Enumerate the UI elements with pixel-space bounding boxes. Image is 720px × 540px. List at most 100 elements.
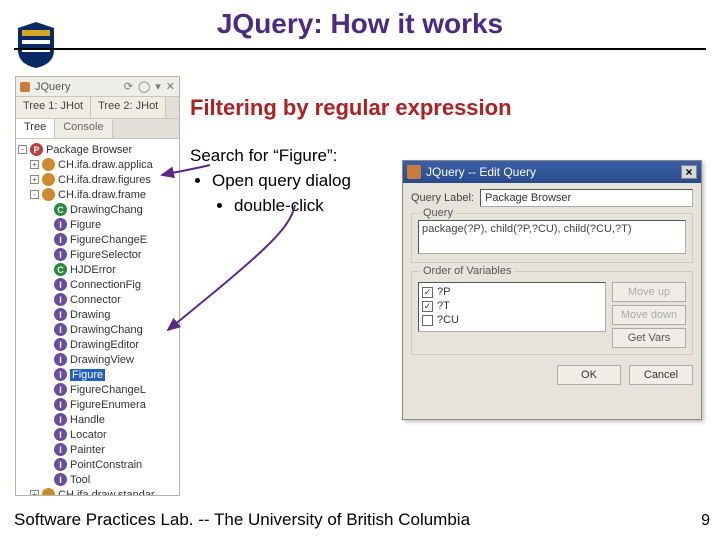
package-icon (42, 158, 55, 171)
tree-toggle-icon (42, 445, 51, 454)
tree-node[interactable]: - CH.ifa.draw.frame (18, 187, 177, 202)
tree-toggle-icon (42, 265, 51, 274)
query-group-legend: Query (420, 207, 456, 219)
tree-toggle-icon (42, 370, 51, 379)
tree-node[interactable]: IHandle (18, 412, 177, 427)
view-icon (20, 82, 30, 92)
tree-node[interactable]: IFigure (18, 367, 177, 382)
tree-node[interactable]: IFigureChangeL (18, 382, 177, 397)
tree-node[interactable]: CDrawingChang (18, 202, 177, 217)
tree-toggle-icon[interactable]: + (30, 175, 39, 184)
checkbox-icon[interactable] (422, 315, 433, 326)
checkbox-icon[interactable]: ✓ (422, 287, 433, 298)
tree-label: FigureChangeE (70, 234, 147, 246)
interface-icon: I (54, 413, 67, 426)
tree-node[interactable]: IDrawingView (18, 352, 177, 367)
tree-node[interactable]: IConnectionFig (18, 277, 177, 292)
tree-label: Drawing (70, 309, 110, 321)
variable-row[interactable]: ✓?P (422, 285, 602, 299)
query-textarea[interactable]: package(?P), child(?P,?CU), child(?CU,?T… (418, 220, 686, 254)
tree-label: Tool (70, 474, 90, 486)
interface-icon: I (54, 368, 67, 381)
slide-title: JQuery: How it works (0, 8, 720, 40)
tree-node[interactable]: IDrawingChang (18, 322, 177, 337)
tree-node[interactable]: IDrawingEditor (18, 337, 177, 352)
tree-label: Handle (70, 414, 105, 426)
tree-node[interactable]: IFigure (18, 217, 177, 232)
close-view-icon[interactable]: ✕ (166, 80, 175, 93)
tree-toggle-icon (42, 220, 51, 229)
tree-toggle-icon (42, 340, 51, 349)
query-label-input[interactable] (480, 189, 693, 207)
tab-console[interactable]: Console (55, 119, 112, 138)
tree-toggle-icon[interactable]: + (30, 490, 39, 495)
tab-tree-1[interactable]: Tree 1: JHot (16, 97, 91, 118)
tree-toggle-icon[interactable]: - (30, 190, 39, 199)
get-vars-button[interactable]: Get Vars (612, 328, 686, 348)
ok-button[interactable]: OK (557, 365, 621, 385)
tree-node[interactable]: ITool (18, 472, 177, 487)
tree-node[interactable]: + CH.ifa.draw.applica (18, 157, 177, 172)
body-line1: Search for “Figure”: (190, 145, 351, 168)
interface-icon: I (54, 458, 67, 471)
close-icon[interactable]: × (681, 165, 697, 179)
dialog-titlebar[interactable]: JQuery -- Edit Query × (403, 161, 701, 183)
cancel-button[interactable]: Cancel (629, 365, 693, 385)
tree-node[interactable]: IFigureEnumera (18, 397, 177, 412)
refresh-icon[interactable]: ⟳ (124, 80, 133, 93)
tree-node[interactable]: IPointConstrain (18, 457, 177, 472)
variable-row[interactable]: ✓?T (422, 299, 602, 313)
tree-label: DrawingView (70, 354, 134, 366)
tree-node[interactable]: +CH.ifa.draw.standar (18, 487, 177, 495)
tree-node[interactable]: IPainter (18, 442, 177, 457)
edit-query-dialog: JQuery -- Edit Query × Query Label: Quer… (402, 160, 702, 420)
package-tree[interactable]: -PPackage Browser+CH.ifa.draw.applica+CH… (16, 139, 179, 495)
package-icon (42, 488, 55, 495)
move-down-button[interactable]: Move down (612, 305, 686, 325)
tree-node[interactable]: ILocator (18, 427, 177, 442)
tree-label: CH.ifa.draw.figures (58, 174, 151, 186)
move-up-button[interactable]: Move up (612, 282, 686, 302)
tree-node[interactable]: CHJDError (18, 262, 177, 277)
interface-icon: I (54, 353, 67, 366)
tree-toggle-icon (42, 355, 51, 364)
tree-node[interactable]: IFigureSelector (18, 247, 177, 262)
tree-label: Package Browser (46, 144, 132, 156)
tree-toggle-icon (42, 475, 51, 484)
tree-toggle-icon (42, 235, 51, 244)
tree-node[interactable]: IFigureChangeE (18, 232, 177, 247)
menu-icon[interactable]: ▾ (155, 80, 161, 93)
interface-icon: I (54, 473, 67, 486)
tree-label: Figure (70, 219, 101, 231)
interface-icon: I (54, 293, 67, 306)
tree-toggle-icon[interactable]: - (18, 145, 27, 154)
package-icon (42, 188, 55, 201)
variable-row[interactable]: ?CU (422, 313, 602, 327)
panel-tabrow-2: Tree Console (16, 119, 179, 139)
body-bullet-2: double-click (234, 195, 351, 218)
tree-label: CH.ifa.draw.applica (58, 159, 153, 171)
tab-tree[interactable]: Tree (16, 119, 55, 138)
tree-toggle-icon (42, 415, 51, 424)
tree-toggle-icon[interactable]: + (30, 160, 39, 169)
tab-tree-2[interactable]: Tree 2: JHot (91, 97, 166, 118)
tree-toggle-icon (42, 250, 51, 259)
dialog-icon (407, 165, 421, 179)
tree-node[interactable]: + CH.ifa.draw.figures (18, 172, 177, 187)
interface-icon: I (54, 443, 67, 456)
tree-node[interactable]: -PPackage Browser (18, 142, 177, 157)
tree-node[interactable]: IDrawing (18, 307, 177, 322)
circle-icon[interactable]: ◯ (138, 80, 150, 93)
checkbox-icon[interactable]: ✓ (422, 301, 433, 312)
variables-list[interactable]: ✓?P✓?T?CU (418, 282, 606, 332)
tree-label: Figure (70, 369, 105, 381)
tree-node[interactable]: IConnector (18, 292, 177, 307)
tree-toggle-icon (42, 280, 51, 289)
tree-label: Painter (70, 444, 105, 456)
variable-name: ?CU (437, 314, 459, 326)
tree-label: DrawingChang (70, 204, 143, 216)
tree-label: CH.ifa.draw.frame (58, 189, 146, 201)
browser-icon: P (30, 143, 43, 156)
tree-toggle-icon (42, 325, 51, 334)
tree-label: FigureChangeL (70, 384, 146, 396)
